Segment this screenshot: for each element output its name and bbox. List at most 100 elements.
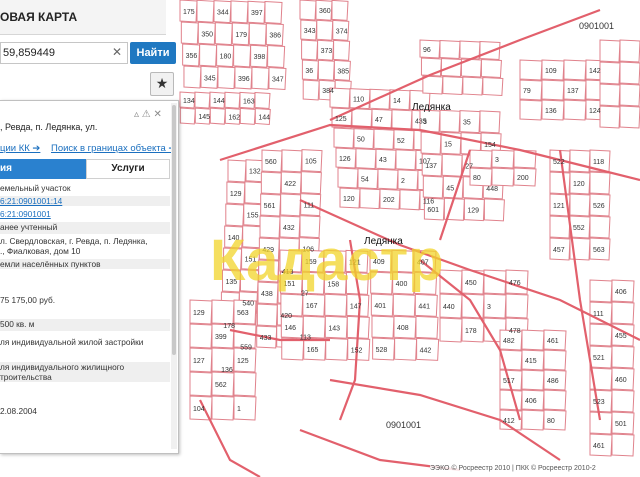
land-plot[interactable] [415,315,439,339]
land-plot[interactable] [248,22,267,46]
land-plot[interactable] [369,88,391,110]
land-plot[interactable] [333,127,355,149]
land-plot[interactable] [391,109,413,131]
land-plot[interactable] [180,21,199,45]
close-icon[interactable]: ✕ [112,45,122,59]
land-plot[interactable] [280,193,302,217]
land-plot[interactable] [183,65,202,89]
land-plot[interactable] [422,75,444,95]
land-plot[interactable] [521,369,545,391]
land-plot[interactable] [355,148,377,170]
land-plot[interactable] [233,44,252,68]
land-plot[interactable] [439,317,463,343]
land-plot[interactable] [505,293,529,319]
land-plot[interactable] [359,188,381,210]
land-plot[interactable] [589,279,613,303]
cadastral-number-link[interactable]: 6:21:0901001:14 [0,196,62,206]
land-plot[interactable] [239,107,256,125]
land-plot[interactable] [569,149,591,173]
land-plot[interactable] [394,337,418,361]
land-plot[interactable] [214,22,233,46]
land-plot[interactable] [299,0,317,21]
search-input[interactable]: 59,859449 [0,42,128,64]
tab-info[interactable]: ия [0,159,86,179]
land-plot[interactable] [371,315,395,339]
land-plot[interactable] [300,171,322,195]
land-plot[interactable] [589,323,613,347]
land-plot[interactable] [211,299,235,325]
land-plot[interactable] [399,189,421,211]
land-plot[interactable] [233,371,257,397]
land-plot[interactable] [479,40,501,60]
land-plot[interactable] [325,337,349,361]
land-plot[interactable] [199,43,218,67]
land-plot[interactable] [439,109,461,133]
land-plot[interactable] [543,349,567,371]
land-plot[interactable] [589,215,611,239]
land-plot[interactable] [521,409,545,431]
land-plot[interactable] [281,149,303,173]
land-plot[interactable] [479,110,501,134]
land-plot[interactable] [599,83,621,107]
panel-scrollbar-thumb[interactable] [172,105,176,355]
land-plot[interactable] [260,171,282,195]
search-within-link[interactable]: Поиск в границах объекта ➔ [51,143,176,154]
land-plot[interactable] [599,105,621,129]
land-plot[interactable] [599,61,621,85]
land-plot[interactable] [422,175,444,199]
land-plot[interactable] [589,171,611,195]
land-plot[interactable] [196,0,215,23]
star-icon[interactable]: ★ [150,72,174,96]
land-plot[interactable] [469,149,493,169]
land-plot[interactable] [194,91,211,109]
land-plot[interactable] [611,301,635,325]
land-plot[interactable] [331,0,349,21]
land-plot[interactable] [224,91,241,109]
cadastral-quarter-link[interactable]: 6:21:0901001 [0,209,51,219]
land-plot[interactable] [267,44,286,69]
land-plot[interactable] [563,59,587,81]
land-plot[interactable] [611,345,635,369]
land-plot[interactable] [254,91,271,109]
land-plot[interactable] [499,389,523,411]
land-plot[interactable] [619,39,640,63]
land-plot[interactable] [333,39,351,61]
land-plot[interactable] [619,105,640,129]
tab-services[interactable]: Услуги [86,159,170,179]
land-plot[interactable] [227,159,247,183]
land-plot[interactable] [549,215,571,239]
land-plot[interactable] [442,75,464,96]
land-plot[interactable] [256,303,278,327]
land-plot[interactable] [619,83,640,107]
land-plot[interactable] [337,167,359,189]
land-plot[interactable] [549,171,571,195]
land-plot[interactable] [519,59,543,81]
land-plot[interactable] [230,0,249,24]
land-plot[interactable] [619,61,640,85]
land-plot[interactable] [377,168,399,190]
land-plot[interactable] [225,203,245,227]
land-plot[interactable] [189,323,213,349]
land-plot[interactable] [569,193,591,217]
land-plot[interactable] [563,99,587,121]
land-plot[interactable] [521,329,545,351]
land-plot[interactable] [395,149,417,171]
land-plot[interactable] [439,39,461,60]
land-plot[interactable] [519,99,543,121]
land-plot[interactable] [441,153,463,177]
land-plot[interactable] [317,59,335,81]
land-plot[interactable] [543,389,567,411]
land-plot[interactable] [324,293,348,317]
land-plot[interactable] [316,19,334,41]
land-plot[interactable] [483,198,505,222]
land-plot[interactable] [373,128,395,150]
land-plot[interactable] [462,76,484,96]
land-plot[interactable] [611,433,635,457]
land-plot[interactable] [217,66,236,90]
find-button[interactable]: Найти [130,42,176,64]
land-plot[interactable] [480,58,502,78]
land-plot[interactable] [491,167,515,187]
land-plot[interactable] [302,79,320,101]
land-plot[interactable] [264,0,283,25]
land-plot[interactable] [611,389,635,413]
